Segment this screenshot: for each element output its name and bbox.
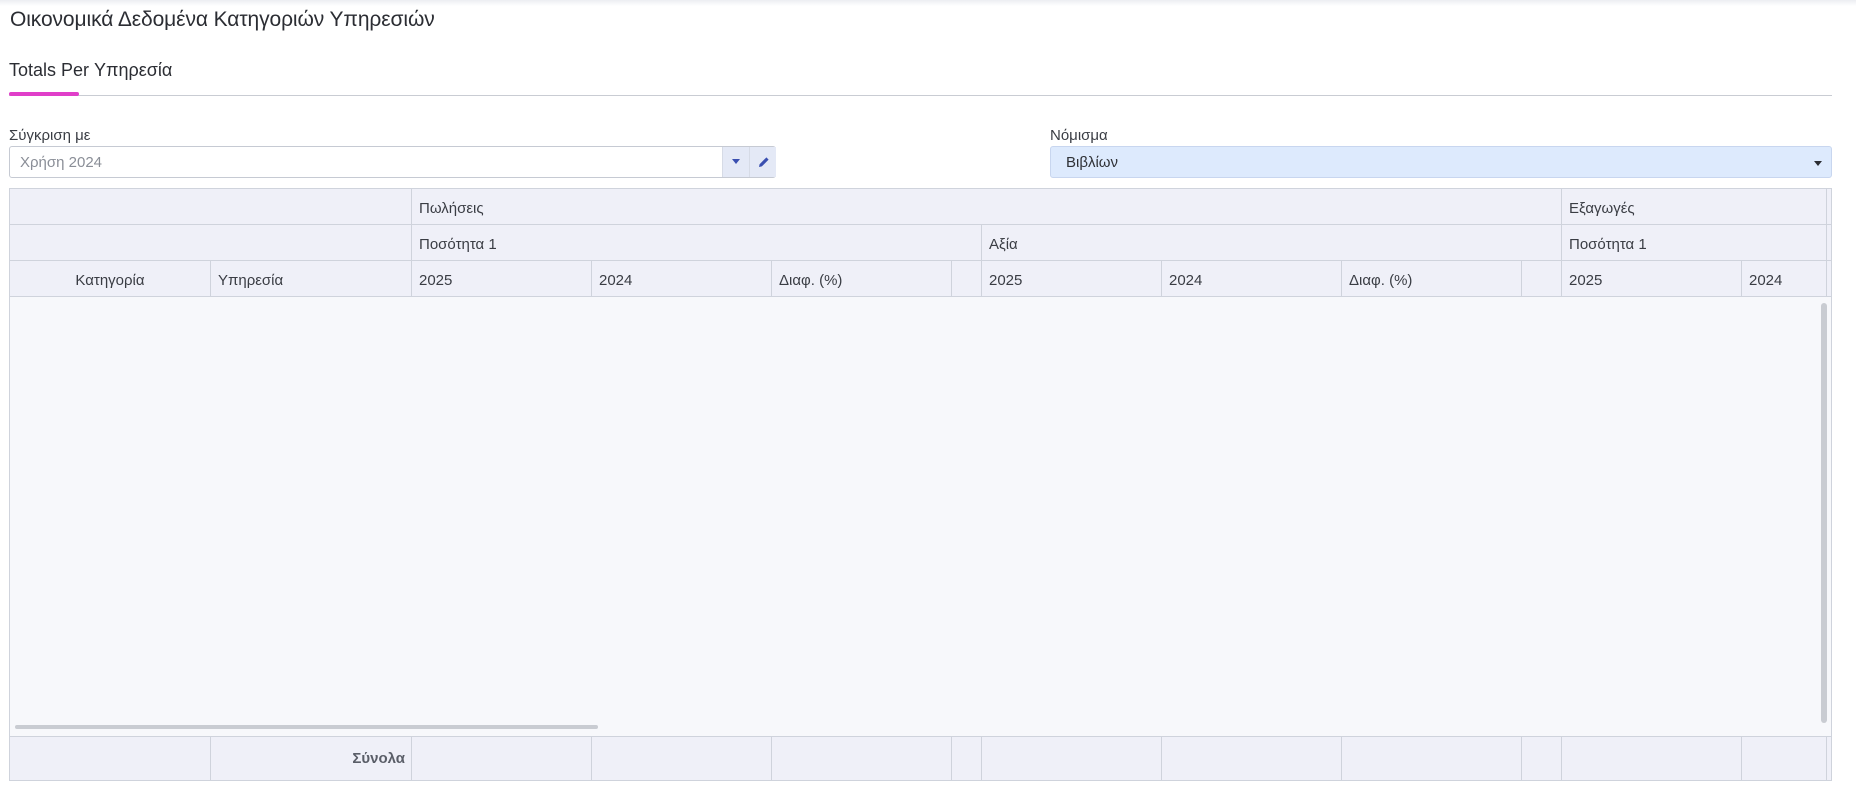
column-header-sales-value-2024[interactable]: 2024 <box>1161 261 1341 296</box>
horizontal-scrollbar[interactable] <box>15 725 598 729</box>
compare-edit-button[interactable] <box>749 147 776 177</box>
footer-cell <box>1341 737 1521 780</box>
currency-label: Νόμισμα <box>1050 127 1108 144</box>
vertical-scrollbar[interactable] <box>1821 303 1827 723</box>
compare-label: Σύγκριση με <box>9 127 91 144</box>
header-sales-value[interactable]: Αξία <box>981 225 1561 260</box>
dropdown-arrow-icon[interactable] <box>1813 158 1823 168</box>
column-header-category[interactable]: Κατηγορία <box>10 261 210 296</box>
footer-cell <box>1741 737 1826 780</box>
column-header-exports-qty-2024[interactable]: 2024 <box>1741 261 1826 296</box>
column-header-sales-qty-diff[interactable]: Διαφ. (%) <box>771 261 951 296</box>
active-tab-indicator <box>9 92 79 96</box>
header-columns-row: Κατηγορία Υπηρεσία 2025 2024 Διαφ. (%) 2… <box>10 261 1831 297</box>
tab-bar: Totals Per Υπηρεσία <box>9 60 1832 96</box>
footer-cell <box>1521 737 1561 780</box>
footer-cell <box>1161 737 1341 780</box>
compare-dropdown-button[interactable] <box>722 147 749 177</box>
column-header-sales-value-diff[interactable]: Διαφ. (%) <box>1341 261 1521 296</box>
totals-row: Σύνολα <box>10 736 1831 780</box>
header-empty <box>10 225 411 260</box>
header-sales[interactable]: Πωλήσεις <box>411 189 1561 224</box>
column-header-exports-qty-2025[interactable]: 2025 <box>1561 261 1741 296</box>
footer-cell <box>1561 737 1741 780</box>
header-exports[interactable]: Εξαγωγές <box>1561 189 1826 224</box>
column-header-sales-qty-2025[interactable]: 2025 <box>411 261 591 296</box>
column-header-spacer <box>951 261 981 296</box>
column-header-sales-value-2025[interactable]: 2025 <box>981 261 1161 296</box>
totals-label: Σύνολα <box>210 737 411 780</box>
header-group-row: Πωλήσεις Εξαγωγές <box>10 189 1831 225</box>
grid-body <box>10 297 1831 735</box>
services-data-grid: Πωλήσεις Εξαγωγές Ποσότητα 1 Αξία Ποσότη… <box>9 188 1832 781</box>
compare-combobox[interactable]: Χρήση 2024 <box>9 146 776 178</box>
footer-cell <box>591 737 771 780</box>
currency-value: Βιβλίων <box>1066 154 1119 171</box>
pencil-icon <box>759 157 769 167</box>
header-empty <box>10 189 411 224</box>
column-header-service[interactable]: Υπηρεσία <box>210 261 411 296</box>
footer-cell <box>981 737 1161 780</box>
header-sales-quantity[interactable]: Ποσότητα 1 <box>411 225 981 260</box>
footer-cell <box>1826 737 1841 780</box>
footer-cell <box>411 737 591 780</box>
footer-cell <box>10 737 210 780</box>
header-subgroup-row: Ποσότητα 1 Αξία Ποσότητα 1 <box>10 225 1831 261</box>
column-header-spacer <box>1521 261 1561 296</box>
footer-cell <box>771 737 951 780</box>
column-header-sales-qty-2024[interactable]: 2024 <box>591 261 771 296</box>
page-title: Οικονομικά Δεδομένα Κατηγοριών Υπηρεσιών <box>10 8 435 31</box>
header-exports-quantity[interactable]: Ποσότητα 1 <box>1561 225 1826 260</box>
tab-totals-per-service[interactable]: Totals Per Υπηρεσία <box>9 60 172 81</box>
currency-combobox[interactable]: Βιβλίων <box>1050 146 1832 178</box>
compare-value: Χρήση 2024 <box>20 154 103 171</box>
top-edge <box>0 0 1856 6</box>
footer-cell <box>951 737 981 780</box>
dropdown-arrow-icon <box>732 159 740 164</box>
